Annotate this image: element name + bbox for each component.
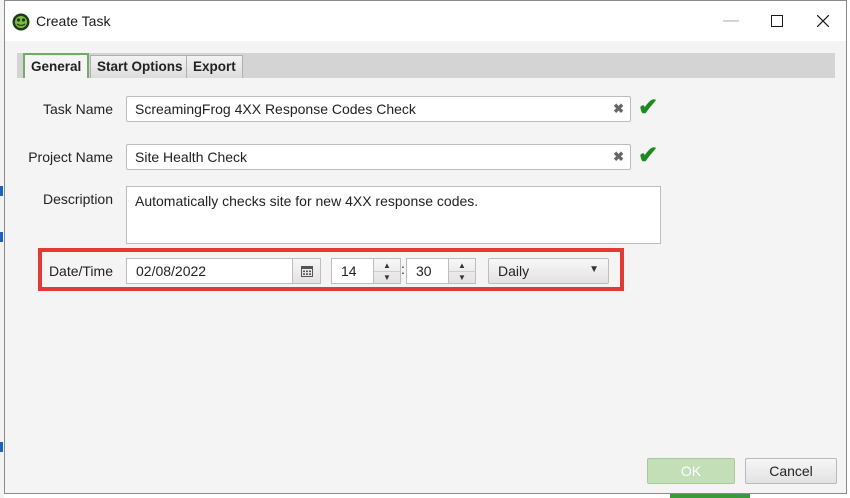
maximize-button[interactable]	[754, 1, 800, 41]
calendar-icon	[300, 265, 313, 277]
background-fragment	[0, 186, 3, 196]
minimize-button[interactable]: —	[708, 1, 754, 41]
chevron-down-icon: ▼	[589, 264, 599, 275]
project-name-label: Project Name	[28, 149, 113, 165]
frog-icon	[12, 13, 30, 31]
background-fragment	[670, 494, 750, 498]
project-name-value: Site Health Check	[135, 149, 248, 165]
tab-start-options[interactable]: Start Options	[90, 55, 190, 78]
time-separator: :	[401, 261, 405, 277]
check-icon: ✔	[638, 94, 659, 121]
background-fragment	[0, 442, 3, 452]
frequency-value: Daily	[498, 263, 530, 279]
ok-button[interactable]: OK	[647, 458, 735, 484]
date-picker[interactable]: 02/08/2022	[126, 258, 321, 284]
close-icon	[817, 15, 829, 27]
window-title: Create Task	[36, 13, 111, 29]
project-name-field[interactable]: Site Health Check ✖	[126, 144, 631, 170]
close-button[interactable]	[800, 1, 846, 41]
frequency-dropdown[interactable]: Daily ▼	[488, 258, 609, 284]
minute-stepper[interactable]: 30 ▲ ▼	[406, 258, 476, 284]
date-value: 02/08/2022	[136, 263, 207, 279]
datetime-label: Date/Time	[48, 263, 113, 279]
calendar-button[interactable]	[292, 259, 320, 283]
cancel-button[interactable]: Cancel	[745, 458, 837, 484]
description-textarea[interactable]: Automatically checks site for new 4XX re…	[126, 186, 661, 244]
title-bar[interactable]: Create Task —	[5, 1, 846, 41]
tab-export[interactable]: Export	[186, 55, 243, 78]
hour-stepper[interactable]: 14 ▲ ▼	[331, 258, 401, 284]
clear-x-icon[interactable]: ✖	[613, 97, 624, 121]
task-name-field[interactable]: ScreamingFrog 4XX Response Codes Check ✖	[126, 96, 631, 122]
check-icon: ✔	[638, 142, 659, 169]
description-label: Description	[42, 191, 113, 207]
spin-down-icon[interactable]: ▼	[449, 271, 475, 283]
tab-strip: General Start Options Export	[17, 53, 835, 78]
tab-general[interactable]: General	[23, 53, 90, 78]
hour-stepper-buttons: ▲ ▼	[373, 259, 400, 283]
background-fragment	[0, 232, 3, 242]
task-name-label: Task Name	[42, 101, 113, 117]
minute-stepper-buttons: ▲ ▼	[448, 259, 475, 283]
hour-value: 14	[341, 263, 357, 279]
minimize-icon: —	[723, 12, 739, 29]
minute-value: 30	[416, 263, 432, 279]
clear-x-icon[interactable]: ✖	[613, 145, 624, 169]
spin-down-icon[interactable]: ▼	[374, 271, 400, 283]
dialog-body: General Start Options Export Task Name S…	[5, 41, 846, 493]
task-name-value: ScreamingFrog 4XX Response Codes Check	[135, 101, 416, 117]
maximize-icon	[771, 15, 783, 27]
create-task-dialog: Create Task — General Start Options Expo…	[4, 0, 847, 494]
